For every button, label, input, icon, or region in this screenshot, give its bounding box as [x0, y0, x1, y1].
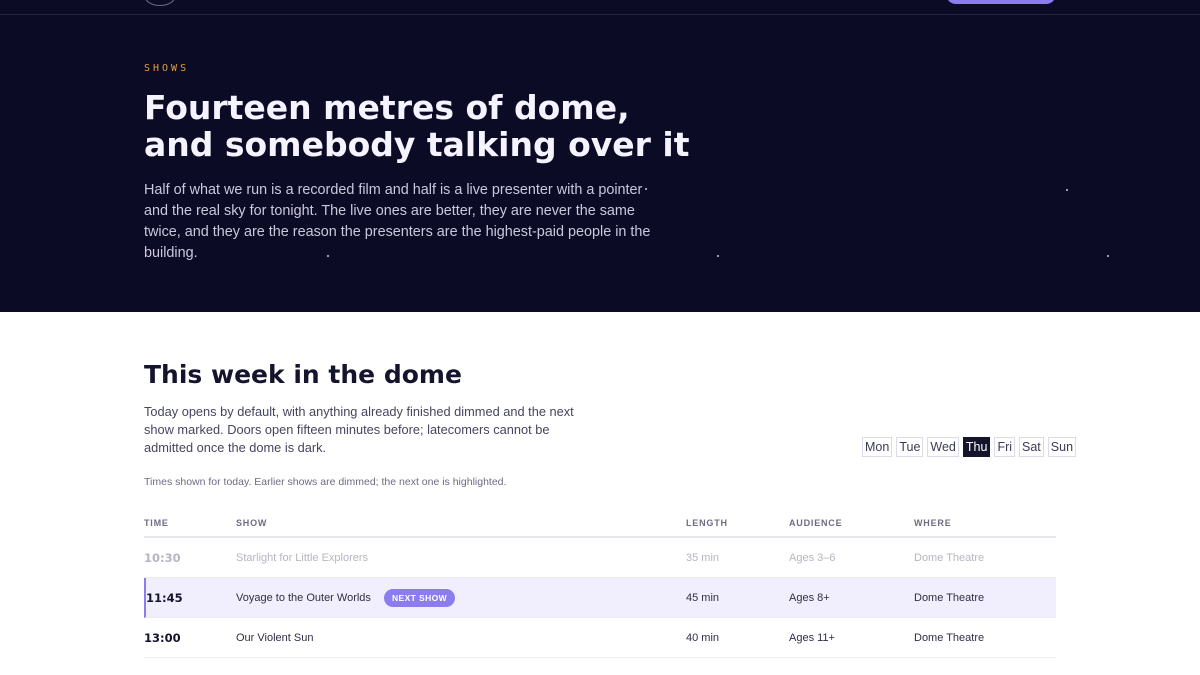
show-title: Starlight for Little Explorers — [236, 552, 369, 564]
day-tab-sat[interactable]: Sat — [1019, 437, 1044, 457]
column-header-where: WHERE — [914, 518, 952, 528]
hero-section: SHOWS Fourteen metres of dome, and someb… — [0, 15, 1200, 312]
day-tab-sun[interactable]: Sun — [1047, 437, 1077, 457]
show-title: Voyage to the Outer Worlds — [236, 592, 371, 604]
column-header-show: SHOW — [236, 518, 268, 528]
table-row[interactable]: 13:00 Our Violent Sun 40 min Ages 11+ Do… — [144, 618, 1056, 658]
show-location: Dome Theatre — [914, 632, 985, 644]
column-header-audience: AUDIENCE — [789, 518, 843, 528]
show-audience: Ages 8+ — [789, 592, 830, 604]
day-tab-tue[interactable]: Tue — [896, 437, 924, 457]
column-header-length: LENGTH — [686, 518, 728, 528]
nav-cta-button[interactable] — [946, 0, 1056, 4]
table-header: TIME SHOW LENGTH AUDIENCE WHERE — [144, 510, 1056, 538]
show-title: Our Violent Sun — [236, 632, 314, 644]
hero-title: Fourteen metres of dome, and somebody ta… — [144, 88, 690, 164]
day-tab-fri[interactable]: Fri — [994, 437, 1016, 457]
star-dot — [1066, 189, 1068, 191]
show-location: Dome Theatre — [914, 552, 985, 564]
schedule-note: Times shown for today. Earlier shows are… — [144, 476, 507, 488]
show-location: Dome Theatre — [914, 592, 985, 604]
show-audience: Ages 11+ — [789, 632, 835, 644]
column-header-time: TIME — [144, 518, 169, 528]
schedule-table: TIME SHOW LENGTH AUDIENCE WHERE 10:30 St… — [144, 510, 1056, 658]
day-tab-mon[interactable]: Mon — [862, 437, 893, 457]
table-row[interactable]: 11:45 Voyage to the Outer Worlds NEXT SH… — [144, 578, 1056, 618]
show-time: 11:45 — [146, 591, 183, 605]
star-dot — [1107, 255, 1109, 257]
show-length: 40 min — [686, 632, 720, 644]
show-time: 10:30 — [144, 551, 181, 565]
top-nav — [0, 0, 1200, 15]
show-audience: Ages 3–6 — [789, 552, 836, 564]
schedule-title: This week in the dome — [144, 360, 462, 389]
show-length: 35 min — [686, 552, 720, 564]
schedule-description: Today opens by default, with anything al… — [144, 404, 574, 455]
hero-description: Half of what we run is a recorded film a… — [144, 182, 651, 261]
star-dot — [717, 255, 719, 257]
next-show-badge: NEXT SHOW — [384, 589, 456, 607]
day-tab-thu[interactable]: Thu — [962, 437, 991, 457]
table-row[interactable]: 10:30 Starlight for Little Explorers 35 … — [144, 538, 1056, 578]
show-length: 45 min — [686, 592, 720, 604]
logo-icon[interactable] — [145, 0, 175, 6]
day-tab-wed[interactable]: Wed — [927, 437, 959, 457]
section-eyebrow: SHOWS — [144, 63, 190, 74]
day-selector: Mon Tue Wed Thu Fri Sat Sun — [862, 437, 1077, 457]
show-time: 13:00 — [144, 631, 181, 645]
